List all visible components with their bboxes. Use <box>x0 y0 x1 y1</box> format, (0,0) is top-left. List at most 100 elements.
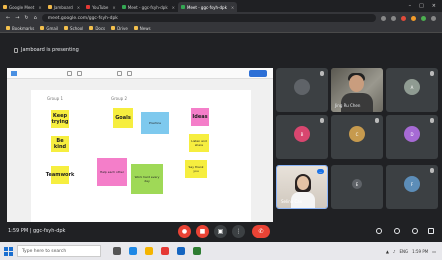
notification-icon[interactable]: ▭ <box>432 249 436 254</box>
close-tab-icon[interactable]: × <box>231 5 234 10</box>
browser-tab[interactable]: Google Meet × <box>0 2 45 12</box>
file-explorer-icon[interactable] <box>145 247 153 255</box>
mic-toggle-icon[interactable]: ● <box>178 225 191 238</box>
avatar: B <box>294 126 310 142</box>
bookmark-item[interactable]: Gmail <box>40 26 58 31</box>
clock[interactable]: 1:59 PM <box>412 249 428 254</box>
windows-start-icon[interactable] <box>4 246 13 256</box>
extension-icon[interactable] <box>381 15 386 21</box>
favicon-icon <box>121 5 126 9</box>
present-screen-icon[interactable]: ▣ <box>214 225 227 238</box>
folder-icon <box>89 26 94 30</box>
browser-tab[interactable]: YouTube × <box>83 2 119 12</box>
close-tab-icon[interactable]: × <box>38 5 41 10</box>
participant-name: Selina Cao <box>281 199 303 204</box>
browser-tab-active[interactable]: Meet - ggc-fsyh-dpk × <box>178 2 238 12</box>
task-view-icon[interactable] <box>113 247 121 255</box>
avatar: E <box>352 179 362 189</box>
chat-icon[interactable] <box>412 228 418 234</box>
browser-tab[interactable]: Meet - ggc-fsyh-dpk × <box>119 2 178 12</box>
bookmark-label: School <box>70 25 84 31</box>
close-window-icon[interactable]: × <box>432 3 436 9</box>
more-options-icon[interactable]: ⋮ <box>232 225 245 238</box>
screen: Google Meet × Jamboard × YouTube × Meet - g… <box>0 0 442 260</box>
sticky-note: Ideas <box>191 108 209 126</box>
shared-screen: Group 1 Group 2 Keep trying Be kind Team… <box>7 68 273 246</box>
minimize-icon[interactable]: – <box>409 3 412 9</box>
extension-icon[interactable] <box>401 15 406 21</box>
close-tab-icon[interactable]: × <box>172 5 175 10</box>
participant-tile[interactable] <box>276 68 328 112</box>
frame-icon <box>117 71 122 76</box>
maximize-icon[interactable]: □ <box>419 3 424 9</box>
window-controls: – □ × <box>409 3 442 9</box>
close-tab-icon[interactable]: × <box>77 5 80 10</box>
participant-tile[interactable]: A <box>386 68 438 112</box>
participant-tile[interactable]: F <box>386 165 438 209</box>
bookmark-label: Bookmarks <box>12 25 35 31</box>
menu-icon[interactable] <box>431 15 436 21</box>
url-field[interactable]: meet.google.com/ggc-fsyh-dpk <box>41 14 376 22</box>
more-options-icon[interactable]: ... <box>317 169 324 174</box>
redo-icon <box>77 71 82 76</box>
bookmark-item[interactable]: News <box>133 25 151 31</box>
sticky-note: Keep trying <box>51 110 69 128</box>
share-button <box>249 70 267 77</box>
browser-tab[interactable]: Jamboard × <box>45 2 83 12</box>
info-icon[interactable] <box>376 228 382 234</box>
activities-icon[interactable] <box>428 228 434 234</box>
people-icon[interactable] <box>394 228 400 234</box>
mic-off-icon <box>430 118 434 123</box>
word-icon[interactable] <box>177 247 185 255</box>
browser-tab-bar: Google Meet × Jamboard × YouTube × Meet - g… <box>0 0 442 12</box>
taskbar-search-input[interactable]: Type here to search <box>17 245 101 257</box>
camera-toggle-icon[interactable]: ■ <box>196 225 209 238</box>
bookmark-item[interactable]: Drive <box>111 26 128 31</box>
tab-label: Google Meet <box>9 4 35 10</box>
person-head <box>297 176 309 190</box>
present-icon <box>14 47 18 53</box>
bookmark-label: Gmail <box>46 25 59 31</box>
forward-icon[interactable]: → <box>15 15 19 21</box>
sticky-note: Work hard every day <box>131 164 163 194</box>
participant-tile[interactable]: B <box>276 115 328 159</box>
sticky-note: Practice <box>141 112 169 134</box>
extension-icon[interactable] <box>391 15 396 21</box>
participant-tile-self[interactable]: Selina Cao ... <box>276 165 328 209</box>
volume-icon[interactable]: ♪ <box>393 249 396 254</box>
excel-icon[interactable] <box>193 247 201 255</box>
avatar-initials: B <box>300 131 304 137</box>
participant-tile[interactable]: D <box>386 115 438 159</box>
folder-icon <box>111 26 116 30</box>
bookmark-label: Drive <box>117 25 128 31</box>
tab-label: Meet - ggc-fsyh-dpk <box>127 4 168 10</box>
favicon-icon <box>47 5 52 9</box>
close-tab-icon[interactable]: × <box>112 5 115 10</box>
chrome-icon[interactable] <box>161 247 169 255</box>
address-bar: ← → ↻ ⌂ meet.google.com/ggc-fsyh-dpk <box>0 12 442 24</box>
bookmark-item[interactable]: Docs <box>89 26 105 31</box>
folder-icon <box>133 26 138 30</box>
sticky-note: Be kind <box>51 136 69 152</box>
extension-icon[interactable] <box>411 15 416 21</box>
undo-icon <box>67 71 72 76</box>
reload-icon[interactable]: ↻ <box>24 15 28 21</box>
home-icon[interactable]: ⌂ <box>34 15 37 21</box>
network-icon[interactable]: ▲ <box>386 249 389 254</box>
language-indicator[interactable]: ENG <box>399 249 408 254</box>
presentation-title: Jamboard is presenting <box>14 47 79 53</box>
bookmark-label: News <box>139 25 151 31</box>
zoom-icon <box>127 71 132 76</box>
taskbar-apps <box>113 247 201 255</box>
participant-tile-video[interactable]: Jing Ru Chen <box>331 68 383 112</box>
bookmark-item[interactable]: School <box>64 26 83 31</box>
person-head <box>349 75 364 92</box>
back-icon[interactable]: ← <box>6 15 10 21</box>
edge-icon[interactable] <box>129 247 137 255</box>
profile-avatar-icon[interactable] <box>421 15 426 21</box>
bookmark-item[interactable]: Bookmarks <box>6 26 34 31</box>
leave-call-icon[interactable]: ✆ <box>252 225 270 238</box>
participant-tile[interactable]: E <box>331 165 383 209</box>
participant-tile[interactable]: C <box>331 115 383 159</box>
taskbar: Type here to search ▲ ♪ ENG 1:59 PM ▭ <box>0 242 442 260</box>
